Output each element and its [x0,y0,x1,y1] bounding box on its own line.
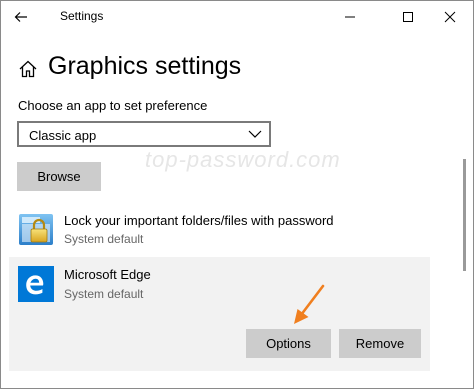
minimize-button[interactable] [327,1,373,33]
app-list-item[interactable]: Lock your important folders/files with p… [9,205,430,257]
title-bar: Settings [1,1,473,33]
app-gpu-preference: System default [64,287,144,301]
settings-window: Settings Graphics settings Choose an app… [0,0,474,389]
window-title: Settings [60,9,104,23]
app-name: Microsoft Edge [64,267,151,282]
options-button[interactable]: Options [246,329,331,358]
browse-button[interactable]: Browse [17,162,101,191]
chevron-down-icon [248,130,262,138]
page-title: Graphics settings [48,52,242,80]
app-type-dropdown[interactable]: Classic app [17,121,271,147]
app-list-item-selected[interactable]: Microsoft Edge System default Options Re… [9,257,430,371]
maximize-button[interactable] [385,1,431,33]
minimize-icon [345,16,355,18]
app-name: Lock your important folders/files with p… [64,213,334,228]
app-gpu-preference: System default [64,232,144,246]
choose-app-label: Choose an app to set preference [18,98,208,113]
close-icon [444,11,456,23]
app-type-selected-value: Classic app [29,128,97,143]
remove-button[interactable]: Remove [339,329,421,358]
home-icon[interactable] [18,59,38,79]
edge-icon [18,266,54,302]
annotation-arrow-icon [294,284,325,324]
close-button[interactable] [427,1,473,33]
maximize-icon [403,12,413,22]
watermark: top-password.com [145,147,341,172]
back-button[interactable] [9,5,33,29]
folder-lock-icon [19,214,53,245]
back-arrow-icon [14,12,27,22]
scrollbar-thumb[interactable] [463,159,466,271]
